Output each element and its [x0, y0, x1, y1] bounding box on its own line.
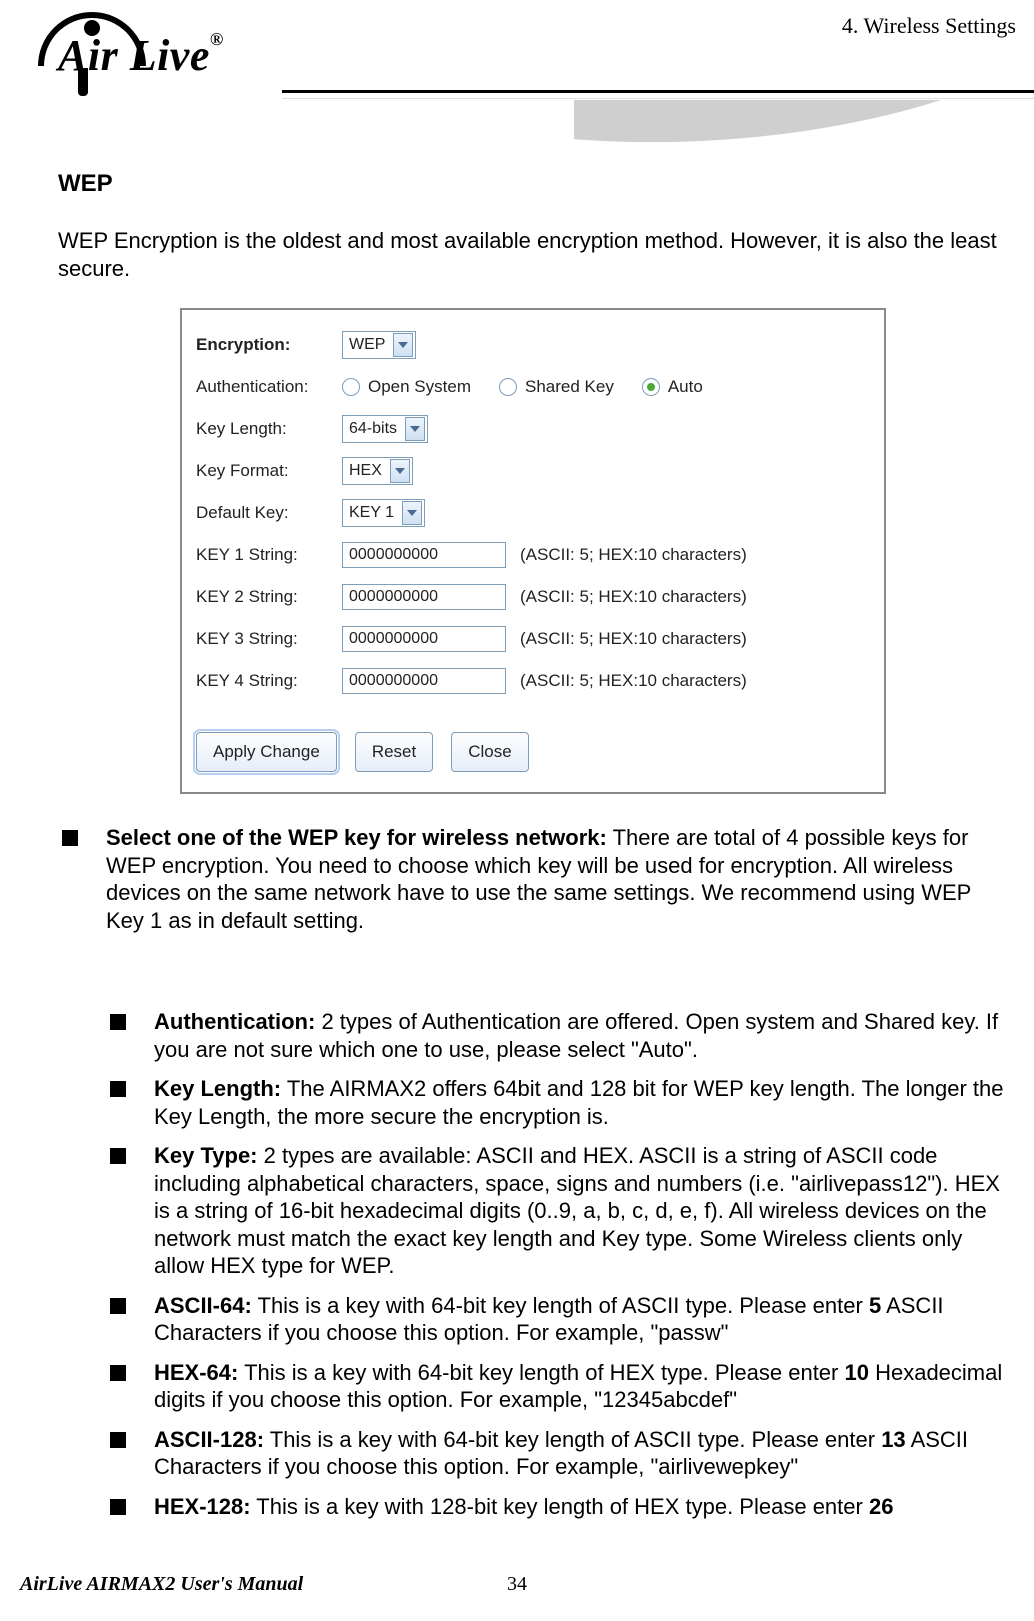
authentication-radios: Open System Shared Key Auto: [342, 376, 703, 397]
encryption-select[interactable]: WEP: [342, 331, 416, 359]
key-format-label: Key Format:: [196, 460, 342, 481]
default-key-select[interactable]: KEY 1: [342, 499, 425, 527]
key4-label: KEY 4 String:: [196, 670, 342, 691]
key2-value: 0000000000: [349, 587, 438, 607]
key-length-value: 64-bits: [349, 419, 397, 439]
default-key-label: Default Key:: [196, 502, 342, 523]
radio-label: Shared Key: [525, 376, 614, 397]
default-key-value: KEY 1: [349, 503, 394, 523]
bullet-text-pre: This is a key with 64-bit key length of …: [264, 1427, 881, 1452]
key4-input[interactable]: 0000000000: [342, 668, 506, 694]
list-item: Key Length: The AIRMAX2 offers 64bit and…: [106, 1075, 1008, 1130]
bullet-num: 26: [869, 1494, 893, 1519]
bullet-bold: Key Type:: [154, 1143, 258, 1168]
key3-label: KEY 3 String:: [196, 628, 342, 649]
key1-value: 0000000000: [349, 545, 438, 565]
key4-value: 0000000000: [349, 671, 438, 691]
chevron-down-icon: [405, 417, 425, 441]
bullet-text: 2 types are available: ASCII and HEX. AS…: [154, 1143, 1000, 1278]
nested-bullet-list: Authentication: 2 types of Authenticatio…: [106, 1008, 1008, 1520]
wep-settings-panel: Encryption: WEP Authentication: Open Sys…: [180, 308, 886, 794]
bullet-text-pre: This is a key with 128-bit key length of…: [251, 1494, 869, 1519]
bullet-num: 13: [881, 1427, 905, 1452]
auth-shared-key-radio[interactable]: Shared Key: [499, 376, 614, 397]
radio-icon: [642, 378, 660, 396]
chevron-down-icon: [402, 501, 422, 525]
apply-change-button[interactable]: Apply Change: [196, 732, 337, 772]
bullet-bold: HEX-64:: [154, 1360, 238, 1385]
registered-mark: ®: [210, 29, 224, 49]
bullet-bold: Select one of the WEP key for wireless n…: [106, 825, 607, 850]
auth-auto-radio[interactable]: Auto: [642, 376, 703, 397]
radio-label: Open System: [368, 376, 471, 397]
key-hint: (ASCII: 5; HEX:10 characters): [520, 586, 747, 607]
key3-input[interactable]: 0000000000: [342, 626, 506, 652]
key-format-value: HEX: [349, 461, 382, 481]
list-item: HEX-128: This is a key with 128-bit key …: [106, 1493, 1008, 1521]
authentication-label: Authentication:: [196, 376, 342, 397]
radio-label: Auto: [668, 376, 703, 397]
bullet-bold: Authentication:: [154, 1009, 315, 1034]
key2-label: KEY 2 String:: [196, 586, 342, 607]
radio-icon: [342, 378, 360, 396]
key-hint: (ASCII: 5; HEX:10 characters): [520, 544, 747, 565]
key-format-select[interactable]: HEX: [342, 457, 413, 485]
bullet-bold: ASCII-64:: [154, 1293, 252, 1318]
page-header: Air Live® 4. Wireless Settings: [0, 0, 1034, 165]
list-item: Select one of the WEP key for wireless n…: [58, 824, 1008, 934]
header-swoosh-icon: [574, 100, 1034, 142]
main-bullet-list: Select one of the WEP key for wireless n…: [58, 824, 1008, 934]
key2-input[interactable]: 0000000000: [342, 584, 506, 610]
key-hint: (ASCII: 5; HEX:10 characters): [520, 628, 747, 649]
key3-value: 0000000000: [349, 629, 438, 649]
key-hint: (ASCII: 5; HEX:10 characters): [520, 670, 747, 691]
list-item: Key Type: 2 types are available: ASCII a…: [106, 1142, 1008, 1280]
bullet-num: 5: [869, 1293, 881, 1318]
chevron-down-icon: [393, 333, 413, 357]
bullet-bold: ASCII-128:: [154, 1427, 264, 1452]
footer-manual: AirLive AIRMAX2 User's Manual: [0, 1572, 303, 1597]
chapter-label: 4. Wireless Settings: [842, 12, 1016, 40]
header-rule-thin: [282, 98, 1034, 99]
bullet-text-pre: This is a key with 64-bit key length of …: [252, 1293, 869, 1318]
list-item: HEX-64: This is a key with 64-bit key le…: [106, 1359, 1008, 1414]
button-bar: Apply Change Reset Close: [196, 732, 870, 772]
section-title: WEP: [58, 169, 1008, 199]
brand-logo: Air Live®: [58, 28, 224, 83]
key-length-label: Key Length:: [196, 418, 342, 439]
encryption-label: Encryption:: [196, 334, 342, 355]
bullet-num: 10: [844, 1360, 868, 1385]
list-item: ASCII-64: This is a key with 64-bit key …: [106, 1292, 1008, 1347]
key1-label: KEY 1 String:: [196, 544, 342, 565]
page-footer: AirLive AIRMAX2 User's Manual 34: [0, 1572, 1034, 1597]
bullet-bold: HEX-128:: [154, 1494, 251, 1519]
bullet-text: The AIRMAX2 offers 64bit and 128 bit for…: [154, 1076, 1003, 1129]
key1-input[interactable]: 0000000000: [342, 542, 506, 568]
key-length-select[interactable]: 64-bits: [342, 415, 428, 443]
auth-open-system-radio[interactable]: Open System: [342, 376, 471, 397]
radio-icon: [499, 378, 517, 396]
list-item: ASCII-128: This is a key with 64-bit key…: [106, 1426, 1008, 1481]
header-rule: [282, 90, 1034, 93]
bullet-bold: Key Length:: [154, 1076, 281, 1101]
brand-name: Air Live: [58, 31, 210, 80]
list-item: Authentication: 2 types of Authenticatio…: [106, 1008, 1008, 1063]
footer-page-number: 34: [507, 1572, 527, 1597]
reset-button[interactable]: Reset: [355, 732, 433, 772]
bullet-text-pre: This is a key with 64-bit key length of …: [238, 1360, 844, 1385]
close-button[interactable]: Close: [451, 732, 528, 772]
encryption-value: WEP: [349, 335, 385, 355]
chevron-down-icon: [390, 459, 410, 483]
section-intro: WEP Encryption is the oldest and most av…: [58, 227, 1008, 282]
